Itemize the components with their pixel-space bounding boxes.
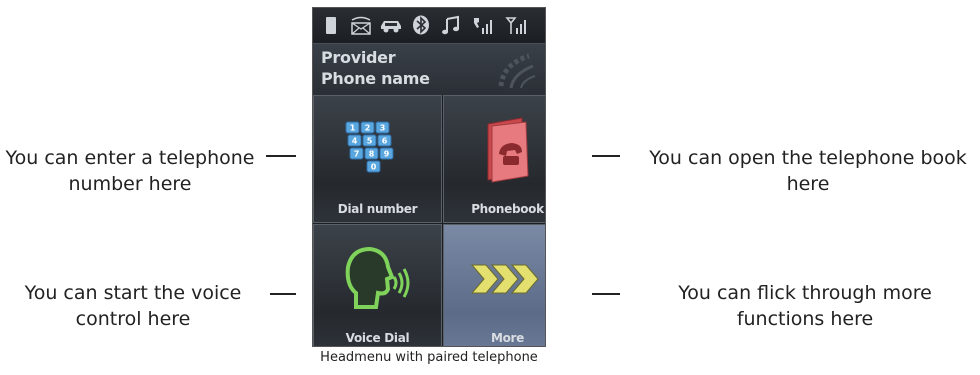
svg-text:5: 5 xyxy=(367,137,373,146)
svg-text:2: 2 xyxy=(365,124,371,133)
phone-menu-screen: Provider Phone name 123 4 5 6 7 8 9 0 Di… xyxy=(312,7,546,347)
annotation-phonebook: You can open the telephone book here xyxy=(649,147,967,195)
antenna-signal-icon xyxy=(505,15,529,35)
annotation-dial-dash xyxy=(266,155,296,157)
keypad-icon: 123 456 789 0 xyxy=(336,108,420,192)
provider-info-bar: Provider Phone name xyxy=(313,43,545,97)
figure-caption: Headmenu with paired telephone xyxy=(320,350,538,365)
svg-text:4: 4 xyxy=(352,137,358,146)
provider-label: Provider xyxy=(321,48,396,67)
message-icon xyxy=(349,15,373,35)
voice-dial-tile[interactable]: Voice Dial xyxy=(313,224,442,346)
more-tile[interactable]: More xyxy=(443,224,545,346)
voice-dial-label: Voice Dial xyxy=(345,331,410,345)
car-icon xyxy=(379,15,403,35)
phonebook-icon xyxy=(466,108,545,192)
dial-number-label: Dial number xyxy=(337,202,418,216)
connection-arc-icon xyxy=(495,50,537,90)
phonebook-tile[interactable]: Phonebook xyxy=(443,95,545,223)
svg-text:8: 8 xyxy=(369,150,375,159)
svg-text:7: 7 xyxy=(354,150,360,159)
annotation-more-dash xyxy=(592,293,620,295)
music-icon xyxy=(439,15,463,35)
svg-text:9: 9 xyxy=(384,150,390,159)
battery-icon xyxy=(319,15,343,35)
phonebook-label: Phonebook xyxy=(471,202,544,216)
more-label: More xyxy=(490,331,525,345)
svg-text:6: 6 xyxy=(382,137,388,146)
annotation-more: You can flick through more functions her… xyxy=(678,282,932,330)
annotation-phonebook-dash xyxy=(592,155,620,157)
annotation-dial: You can enter a telephone number here xyxy=(5,147,255,195)
svg-text:3: 3 xyxy=(380,124,386,133)
phone-name-label: Phone name xyxy=(321,69,430,88)
voice-head-icon xyxy=(336,237,420,321)
phone-signal-icon xyxy=(471,15,495,35)
annotation-voice: You can start the voice control here xyxy=(24,282,242,330)
bluetooth-icon xyxy=(409,15,433,35)
svg-text:0: 0 xyxy=(371,163,377,172)
annotation-voice-dash xyxy=(270,293,296,295)
dial-number-tile[interactable]: 123 456 789 0 Dial number xyxy=(313,95,442,223)
chevrons-icon xyxy=(466,237,545,321)
svg-text:1: 1 xyxy=(350,124,356,133)
status-bar xyxy=(313,8,545,41)
